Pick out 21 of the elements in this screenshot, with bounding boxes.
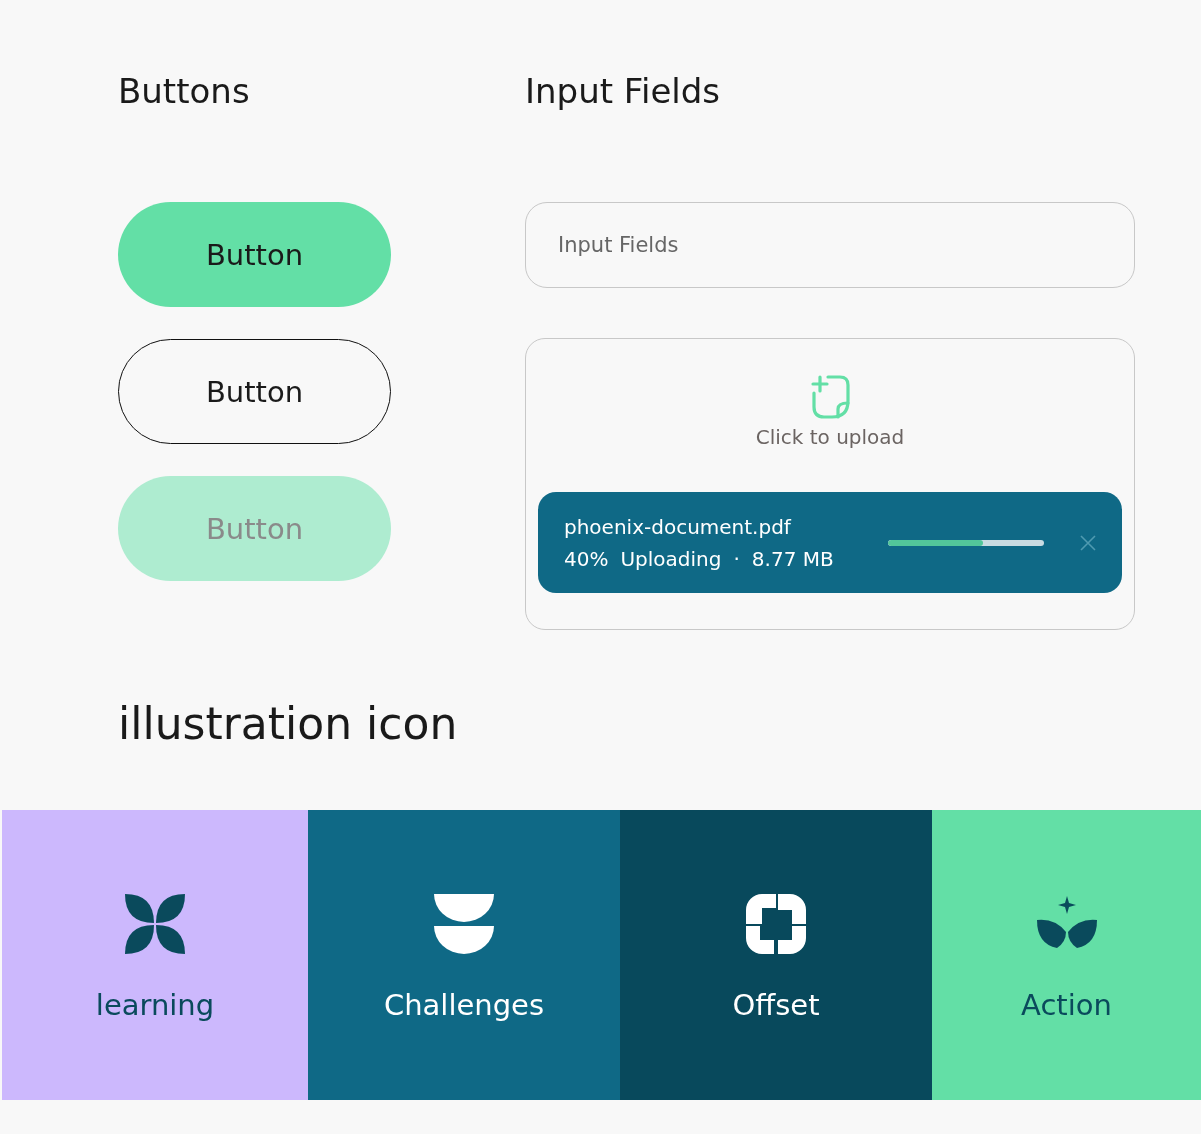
close-icon[interactable] — [1080, 534, 1096, 551]
tile-label: Challenges — [383, 988, 545, 1022]
file-name: phoenix-document.pdf — [564, 514, 793, 539]
upload-area[interactable]: Click to upload phoenix-document.pdf 40% Uploading · 8.77 MB — [525, 338, 1135, 630]
section-heading: illustration icon — [118, 697, 459, 751]
section-heading: Buttons — [118, 70, 251, 113]
pinwheel-icon — [746, 894, 806, 954]
tile-label: Action — [1021, 988, 1112, 1022]
demo-button[interactable]: Button — [118, 202, 391, 307]
tile-label: Offset — [732, 988, 820, 1022]
section-heading: Input Fields — [525, 70, 722, 113]
upload-percent: 40% — [564, 546, 609, 571]
input-field[interactable]: Input Fields — [525, 202, 1135, 288]
separator-dot: · — [733, 546, 740, 571]
file-size: 8.77 MB — [751, 546, 834, 571]
half-circles-icon — [434, 894, 494, 954]
upload-status: Uploading — [620, 546, 722, 571]
add-file-icon — [810, 375, 850, 419]
tile-label: learning — [95, 988, 215, 1022]
petals-icon — [125, 894, 185, 954]
upload-prompt: Click to upload — [755, 425, 905, 449]
